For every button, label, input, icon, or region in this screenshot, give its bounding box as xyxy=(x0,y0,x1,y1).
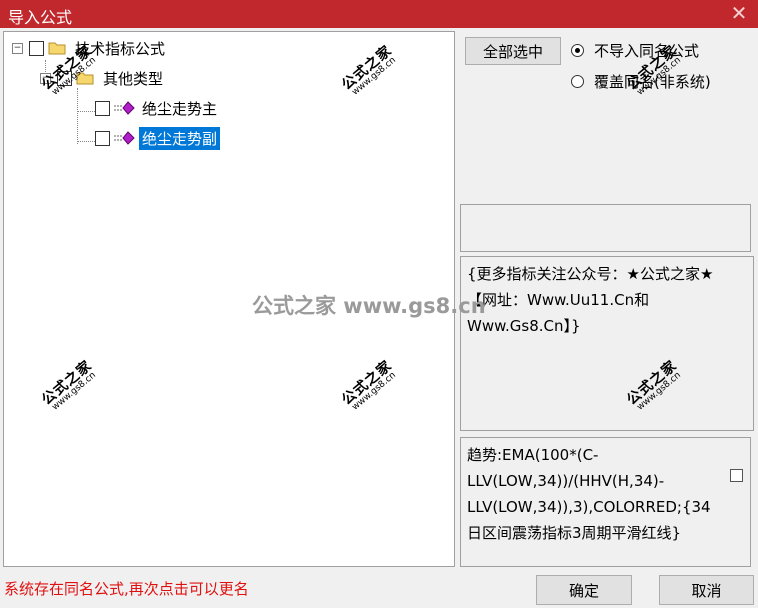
tree-connector xyxy=(77,141,95,142)
cancel-button[interactable]: 取消 xyxy=(659,575,754,605)
checkbox[interactable] xyxy=(95,130,110,146)
tree-item-formula-main[interactable]: 绝尘走势主 xyxy=(95,96,220,120)
checkbox[interactable] xyxy=(95,100,110,116)
formula-gem-icon xyxy=(114,131,135,145)
formula-checkbox[interactable] xyxy=(730,469,743,482)
title-bar: 导入公式 ✕ xyxy=(0,0,758,28)
tree-item-label: 绝尘走势副 xyxy=(139,126,221,150)
checkbox[interactable] xyxy=(29,40,44,56)
info-text: {更多指标关注公众号：★公式之家★ 【网址：Www.Uu11.Cn和Www.Gs… xyxy=(467,265,714,335)
watermark-center: 公式之家 www.gs8.cn xyxy=(252,294,486,318)
collapse-icon[interactable]: − xyxy=(12,42,23,54)
info-panel: {更多指标关注公众号：★公式之家★ 【网址：Www.Uu11.Cn和Www.Gs… xyxy=(460,256,754,431)
tree-connector xyxy=(77,88,78,144)
formula-panel: 趋势:EMA(100*(C-LLV(LOW,34))/(HHV(H,34)-LL… xyxy=(460,437,751,567)
window-title: 导入公式 xyxy=(8,8,73,27)
ok-button[interactable]: 确定 xyxy=(536,575,632,605)
radio-button[interactable] xyxy=(571,75,584,88)
tree-item-label: 绝尘走势主 xyxy=(142,99,218,118)
radio-button[interactable] xyxy=(571,44,584,57)
close-icon[interactable]: ✕ xyxy=(728,1,750,25)
name-input-box[interactable] xyxy=(460,204,751,252)
formula-gem-icon xyxy=(114,101,135,115)
formula-text: 趋势:EMA(100*(C-LLV(LOW,34))/(HHV(H,34)-LL… xyxy=(467,446,711,542)
select-all-button[interactable]: 全部选中 xyxy=(465,37,561,65)
tree-connector xyxy=(77,111,95,112)
tree-item-label: 其他类型 xyxy=(103,69,164,88)
status-message: 系统存在同名公式,再次点击可以更名 xyxy=(4,580,249,598)
folder-icon xyxy=(48,42,66,55)
tree-item-formula-sub[interactable]: 绝尘走势副 xyxy=(95,126,221,150)
